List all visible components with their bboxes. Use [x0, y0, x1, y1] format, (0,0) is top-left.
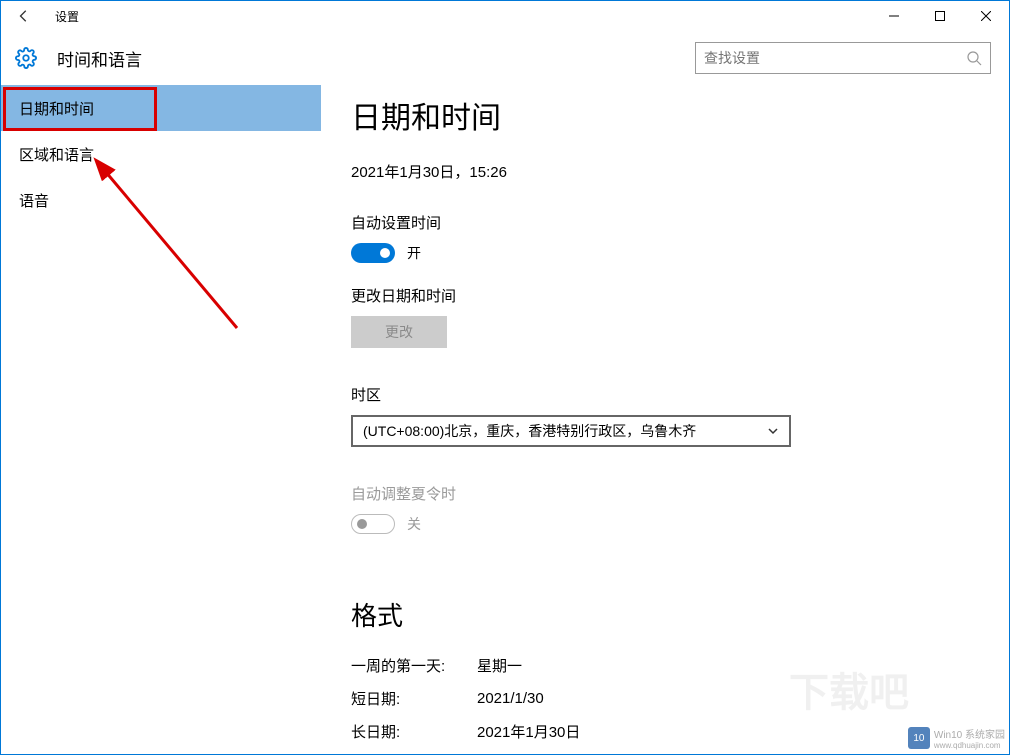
watermark-text: Win10 系统家园 [934, 726, 1005, 741]
sidebar-item-label: 语音 [19, 190, 49, 211]
change-datetime-button: 更改 [351, 316, 447, 348]
close-button[interactable] [963, 1, 1009, 31]
titlebar: 设置 [1, 1, 1009, 31]
sidebar-item-date-time[interactable]: 日期和时间 [1, 85, 321, 131]
format-value: 星期一 [477, 655, 522, 676]
sidebar-item-region-language[interactable]: 区域和语言 [1, 131, 321, 177]
dropdown-value: (UTC+08:00)北京，重庆，香港特别行政区，乌鲁木齐 [363, 421, 696, 441]
current-datetime: 2021年1月30日，15:26 [351, 161, 1009, 182]
sidebar-item-speech[interactable]: 语音 [1, 177, 321, 223]
sidebar-item-label: 区域和语言 [19, 144, 94, 165]
watermark-url: www.qdhuajin.com [934, 741, 1005, 750]
minimize-icon [889, 11, 899, 21]
app-name: 设置 [55, 8, 79, 25]
page-category-title: 时间和语言 [57, 46, 695, 71]
format-row-short-date: 短日期: 2021/1/30 [351, 688, 1009, 709]
timezone-label: 时区 [351, 384, 1009, 405]
toggle-state: 关 [407, 514, 421, 534]
search-input[interactable] [704, 50, 966, 66]
arrow-left-icon [17, 9, 31, 23]
main-content: 日期和时间 2021年1月30日，15:26 自动设置时间 开 更改日期和时间 … [321, 85, 1009, 754]
site-watermark: 10 Win10 系统家园 www.qdhuajin.com [908, 726, 1005, 750]
toggle-switch-on-icon [351, 243, 395, 263]
auto-time-label: 自动设置时间 [351, 212, 1009, 233]
format-heading: 格式 [351, 596, 1009, 633]
search-icon [966, 50, 982, 66]
sidebar: 日期和时间 区域和语言 语音 [1, 85, 321, 754]
search-box[interactable] [695, 42, 991, 74]
minimize-button[interactable] [871, 1, 917, 31]
maximize-icon [935, 11, 945, 21]
format-key: 一周的第一天: [351, 655, 477, 676]
toggle-switch-off-icon [351, 514, 395, 534]
change-datetime-label: 更改日期和时间 [351, 285, 1009, 306]
watermark-badge-icon: 10 [908, 727, 930, 749]
close-icon [981, 11, 991, 21]
back-button[interactable] [13, 5, 35, 27]
maximize-button[interactable] [917, 1, 963, 31]
page-title: 日期和时间 [351, 93, 1009, 137]
format-key: 短日期: [351, 688, 477, 709]
format-row-first-day: 一周的第一天: 星期一 [351, 655, 1009, 676]
dst-label: 自动调整夏令时 [351, 483, 1009, 504]
format-key: 长日期: [351, 721, 477, 742]
format-value: 2021年1月30日 [477, 721, 580, 742]
chevron-down-icon [767, 425, 779, 437]
format-value: 2021/1/30 [477, 690, 544, 707]
toggle-state: 开 [407, 243, 421, 263]
sidebar-item-label: 日期和时间 [19, 98, 94, 119]
timezone-dropdown[interactable]: (UTC+08:00)北京，重庆，香港特别行政区，乌鲁木齐 [351, 415, 791, 447]
dst-toggle: 关 [351, 514, 1009, 534]
button-label: 更改 [385, 322, 413, 342]
auto-time-toggle[interactable]: 开 [351, 243, 1009, 263]
header: 时间和语言 [1, 31, 1009, 85]
settings-icon [15, 47, 37, 69]
